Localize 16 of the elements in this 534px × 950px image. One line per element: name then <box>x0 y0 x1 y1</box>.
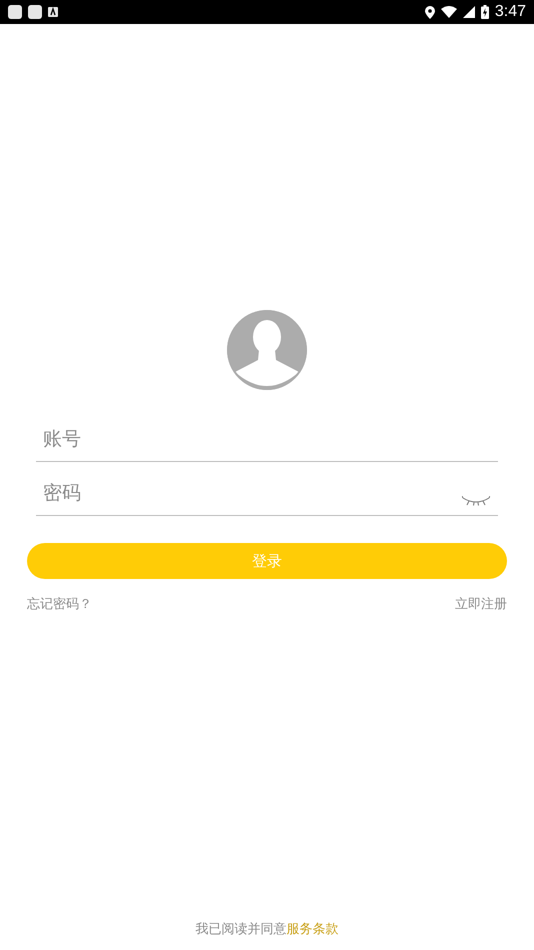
wifi-icon <box>440 6 457 18</box>
forgot-password-link[interactable]: 忘记密码？ <box>27 595 92 613</box>
notification-icon <box>48 7 58 17</box>
avatar-icon <box>227 310 307 390</box>
password-field[interactable]: 密码 <box>43 482 462 510</box>
closed-eye-icon[interactable] <box>462 496 490 506</box>
register-link[interactable]: 立即注册 <box>455 595 507 613</box>
location-icon <box>424 6 435 18</box>
notification-icon <box>8 5 22 19</box>
signal-icon <box>462 6 475 18</box>
battery-icon <box>480 5 489 19</box>
terms-notice: 我已阅读并同意服务条款 <box>196 921 338 938</box>
terms-link[interactable]: 服务条款 <box>286 922 338 937</box>
account-field[interactable]: 账号 <box>43 428 490 456</box>
notification-icon <box>28 5 42 19</box>
clock: 3:47 <box>494 3 526 21</box>
